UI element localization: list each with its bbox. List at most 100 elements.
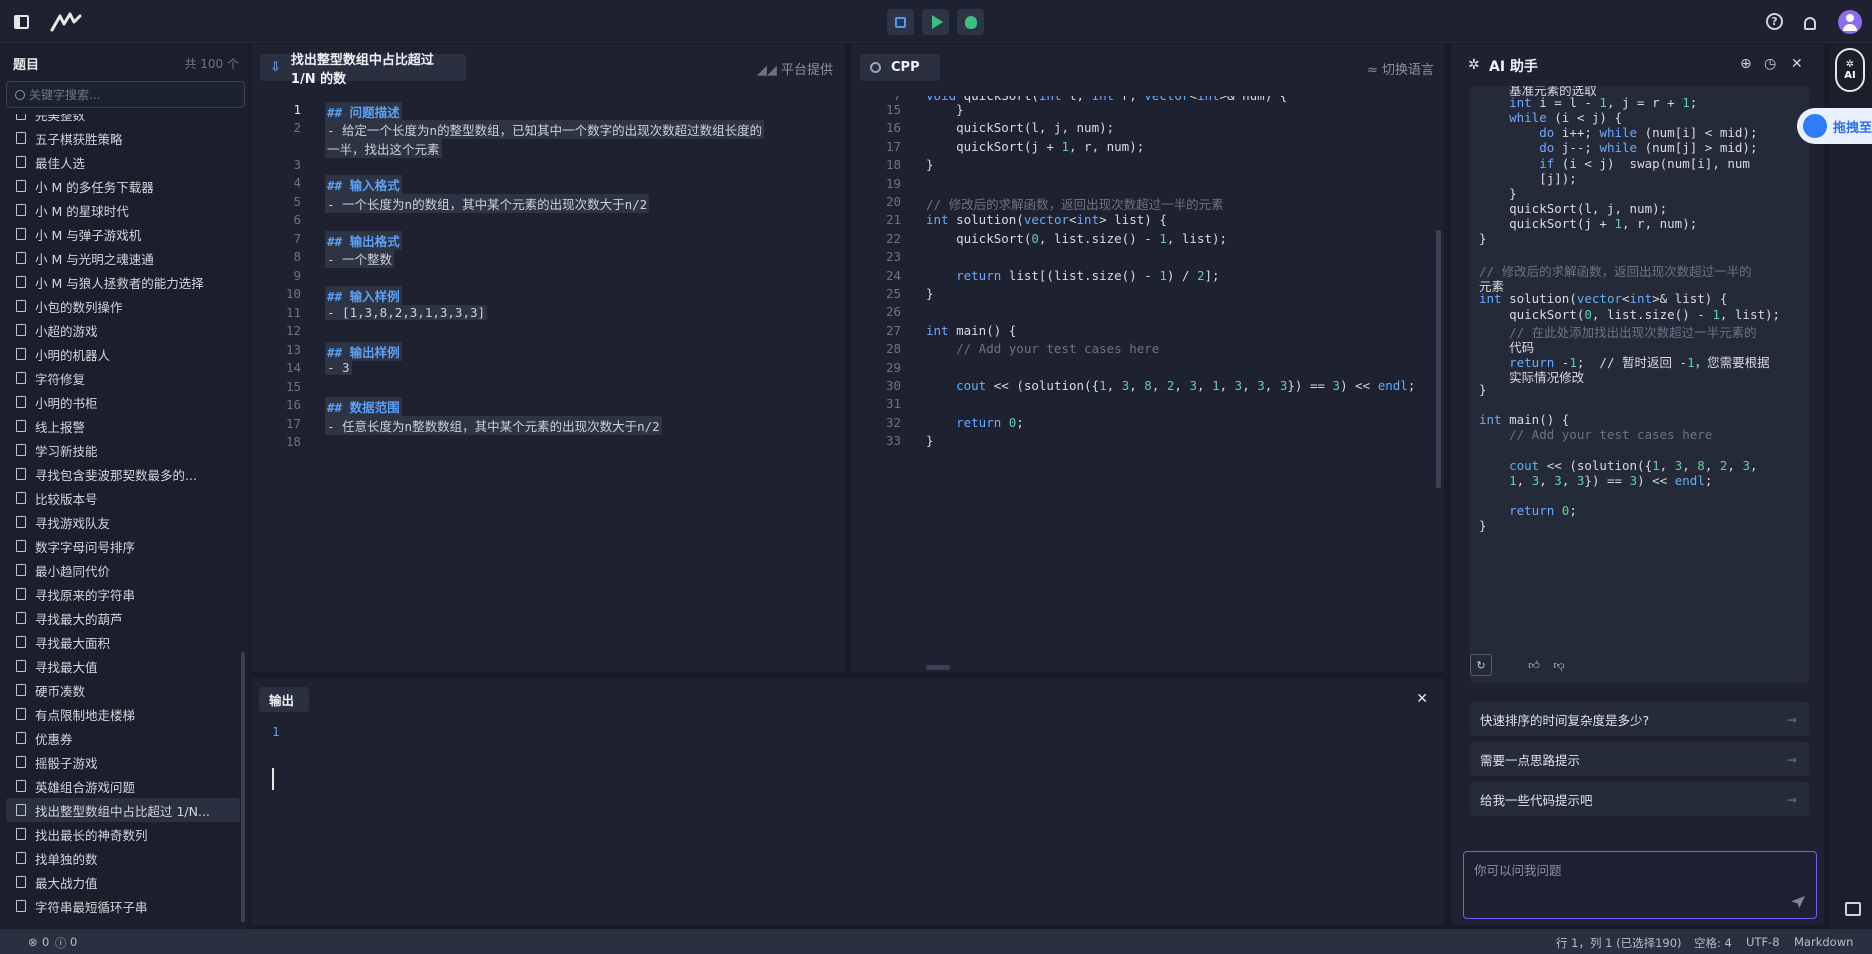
code-editor[interactable]: 7void quickSort(int l, int r, vector<int… <box>851 96 1444 656</box>
editor-line-text: - 给定一个长度为n的整型数组，已知其中一个数字的出现次数超过数组长度的 <box>325 120 765 139</box>
code-vertical-scrollbar[interactable] <box>1436 230 1441 488</box>
problem-list-item[interactable]: 找单独的数 <box>6 846 240 870</box>
warning-icon[interactable]: ⓘ <box>55 935 67 951</box>
document-icon <box>16 756 26 768</box>
problem-list-item[interactable]: 找出整型数组中占比超过 1/N... <box>6 798 240 822</box>
debug-button[interactable] <box>957 9 984 35</box>
problem-description-panel: ⇩ 找出整型数组中占比超过 1/N 的数 ◢◢ 平台提供 1 ## 问题描述 2 - … <box>251 44 845 672</box>
bug-icon <box>964 15 977 29</box>
cursor-position[interactable]: 行 1，列 1 (已选择190) <box>1556 935 1682 951</box>
ai-suggestion-button[interactable]: 快速排序的时间复杂度是多少? → <box>1470 702 1809 736</box>
problem-list-item[interactable]: 最佳人选 <box>6 150 240 174</box>
problem-list-item[interactable]: 摇骰子游戏 <box>6 750 240 774</box>
problem-list-item-label: 找出整型数组中占比超过 1/N... <box>35 803 210 819</box>
problem-list-item[interactable]: 寻找游戏队友 <box>6 510 240 534</box>
search-box[interactable] <box>6 81 245 108</box>
problem-list-item[interactable]: 小 M 的星球时代 <box>6 198 240 222</box>
code-line-text: } <box>926 286 934 301</box>
problem-list-item[interactable]: 有点限制地走楼梯 <box>6 702 240 726</box>
switch-language-label: 切换语言 <box>1381 63 1434 78</box>
indent-spaces[interactable]: 空格: 4 <box>1694 935 1732 951</box>
close-icon[interactable]: ✕ <box>1791 56 1803 72</box>
problem-list-item[interactable]: 找出最长的神奇数列 <box>6 822 240 846</box>
problem-list-item[interactable]: 比较版本号 <box>6 486 240 510</box>
problem-list-item[interactable]: 最小趋同代价 <box>6 558 240 582</box>
problem-list-item[interactable]: 小包的数列操作 <box>6 294 240 318</box>
line-number: 6 <box>293 212 301 227</box>
problem-list-item[interactable]: 小 M 与光明之魂速通 <box>6 246 240 270</box>
code-horizontal-scrollbar[interactable] <box>926 665 950 670</box>
run-button[interactable] <box>922 9 949 35</box>
problem-list-item-label: 最小趋同代价 <box>35 563 111 579</box>
help-icon[interactable]: ? <box>1766 13 1783 30</box>
ai-suggestion-button[interactable]: 给我一些代码提示吧 → <box>1470 782 1809 816</box>
ai-assistant-toggle[interactable]: ✲ AI <box>1835 48 1865 92</box>
problem-list-item-label: 摇骰子游戏 <box>35 755 98 771</box>
problem-list-item[interactable]: 小明的书柜 <box>6 390 240 414</box>
close-icon[interactable]: ✕ <box>1416 691 1428 707</box>
ask-box[interactable] <box>1463 851 1817 919</box>
problem-list-item[interactable]: 寻找最大值 <box>6 654 240 678</box>
problem-list-item-label: 小 M 与弹子游戏机 <box>35 227 142 243</box>
problem-list-item[interactable]: 小 M 与狼人拯救者的能力选择 <box>6 270 240 294</box>
problem-list-item[interactable]: 寻找最大面积 <box>6 630 240 654</box>
code-line-text: // Add your test cases here <box>926 341 1160 357</box>
problem-list-item[interactable]: 小 M 与弹子游戏机 <box>6 222 240 246</box>
search-input[interactable] <box>29 87 229 102</box>
stop-button[interactable] <box>887 9 914 35</box>
document-icon <box>16 348 26 360</box>
ai-sparkle-icon: ✲ <box>1468 57 1480 73</box>
sidebar-toggle-icon[interactable] <box>9 10 33 34</box>
problem-list-item[interactable]: 英雄组合游戏问题 <box>6 774 240 798</box>
notification-bell-icon[interactable] <box>1799 12 1821 34</box>
send-icon[interactable] <box>1791 896 1805 908</box>
thumbs-down-icon[interactable]: 👎︎ <box>1548 654 1570 676</box>
terminal-icon[interactable] <box>1845 902 1861 916</box>
document-icon <box>16 516 26 528</box>
problem-list-item[interactable]: 线上报警 <box>6 414 240 438</box>
error-icon[interactable]: ⊗ <box>28 935 38 949</box>
regenerate-icon[interactable]: ↻ <box>1470 654 1492 676</box>
output-tab[interactable]: 输出 <box>259 687 309 712</box>
ai-suggestion-button[interactable]: 需要一点思路提示 → <box>1470 742 1809 776</box>
play-icon <box>931 15 943 29</box>
document-icon <box>16 588 26 600</box>
problem-list-item[interactable]: 最大战力值 <box>6 870 240 894</box>
problem-list-item[interactable]: 寻找最大的葫芦 <box>6 606 240 630</box>
right-rail: ✲ AI <box>1830 44 1872 929</box>
thumbs-up-icon[interactable]: 👍︎ <box>1523 654 1545 676</box>
editor-line-text: ## 输入格式 <box>325 175 402 194</box>
ai-code-line: if (i < j) swap(num[i], num <box>1539 155 1750 171</box>
problem-list-scrollbar[interactable] <box>241 652 245 922</box>
user-avatar[interactable] <box>1838 10 1862 34</box>
drag-widget[interactable]: 拖拽至 <box>1797 108 1872 144</box>
history-icon[interactable]: ◷ <box>1764 56 1776 72</box>
problem-tab[interactable]: ⇩ 找出整型数组中占比超过 1/N 的数 <box>260 53 466 87</box>
problem-list-item[interactable]: 小 M 的多任务下载器 <box>6 174 240 198</box>
problem-list-item[interactable]: 学习新技能 <box>6 438 240 462</box>
problem-list-item[interactable]: 数字字母问号排序 <box>6 534 240 558</box>
problem-list-item[interactable]: 字符串最短循环子串 <box>6 894 240 918</box>
problem-list-item[interactable]: 五子棋获胜策略 <box>6 126 240 150</box>
file-encoding[interactable]: UTF-8 <box>1746 935 1780 949</box>
drag-logo-icon <box>1803 114 1827 138</box>
problem-list-item[interactable]: 小超的游戏 <box>6 318 240 342</box>
document-icon <box>16 156 26 168</box>
problem-list-item[interactable]: 寻找包含斐波那契数最多的... <box>6 462 240 486</box>
problem-list-item[interactable]: 硬币凑数 <box>6 678 240 702</box>
document-icon <box>16 612 26 624</box>
document-icon <box>16 444 26 456</box>
problem-list-item[interactable]: 小明的机器人 <box>6 342 240 366</box>
language-tab[interactable]: CPP <box>860 54 940 81</box>
new-chat-icon[interactable]: ⊕ <box>1740 56 1752 72</box>
problem-list-item[interactable]: 寻找原来的字符串 <box>6 582 240 606</box>
problem-list-item[interactable]: 完美整数 <box>6 114 240 126</box>
language-mode[interactable]: Markdown <box>1794 935 1853 949</box>
ai-code-line: } <box>1479 185 1517 201</box>
document-icon <box>16 852 26 864</box>
ask-input[interactable] <box>1474 860 1774 880</box>
switch-language-button[interactable]: ≈ 切换语言 <box>1367 59 1434 78</box>
document-icon <box>16 228 26 240</box>
problem-list-item[interactable]: 字符修复 <box>6 366 240 390</box>
problem-list-item[interactable]: 优惠券 <box>6 726 240 750</box>
